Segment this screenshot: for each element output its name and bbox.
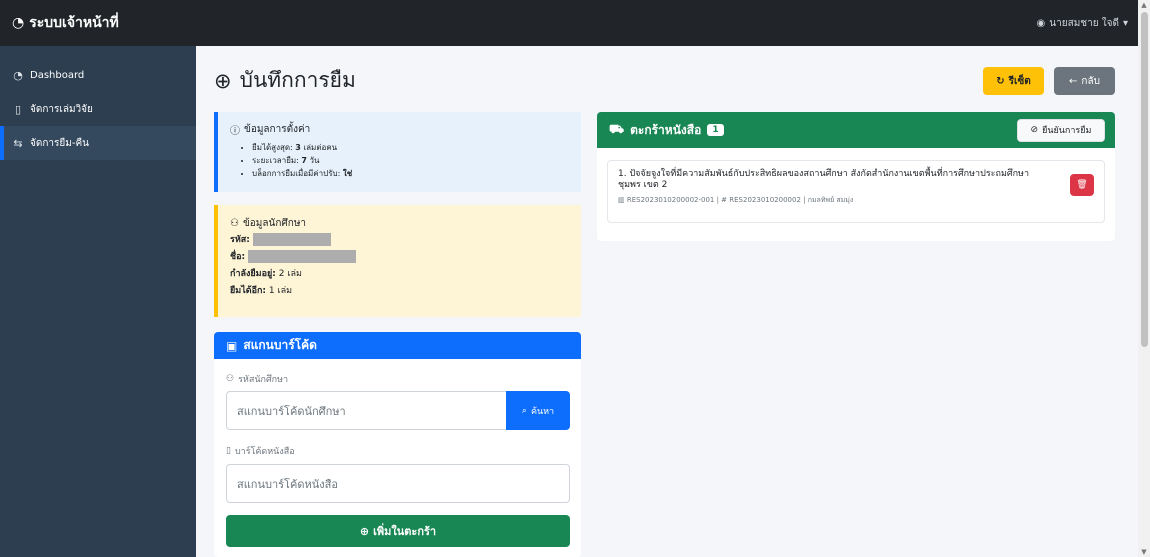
speedometer-icon: ◔ [13,68,23,82]
redacted-block [252,233,331,246]
scroll-down-icon[interactable]: ▼ [1140,548,1148,556]
cart-title: ⛟ ตะกร้าหนังสือ 1 [609,121,724,140]
student-id-label: ⚇ รหัสนักศึกษา [226,374,289,385]
plus-circle-icon: ⊕ [214,68,232,93]
user-name: นายสมชาย ใจดี [1049,17,1119,29]
scrollbar[interactable]: ▲ ▼ [1138,0,1150,557]
check-circle-icon: ⊘ [1030,125,1039,135]
user-check-icon: ⚇ [230,218,239,229]
reset-label: รีเซ็ต [1008,75,1031,87]
user-menu[interactable]: ◉ นายสมชาย ใจดี ▾ [1037,16,1128,31]
user-circle-icon: ◉ [1036,17,1046,29]
sidebar-item-label: Dashboard [30,69,85,81]
page-title: ⊕ บันทึกการยืม [214,64,356,97]
settings-header: ⓘ ข้อมูลการตั้งค่า [230,122,569,137]
cart-header: ⛟ ตะกร้าหนังสือ 1 ⊘ ยืนยันการยืม [597,112,1115,148]
scan-title: สแกนบาร์โค้ด [243,338,317,352]
sidebar-item-research[interactable]: ▯ จัดการเล่มวิจัย [0,92,196,126]
student-borrowing-row: กำลังยืมอยู่: 2 เล่ม [230,269,302,279]
student-header: ⚇ ข้อมูลนักศึกษา [230,215,569,232]
barcode-scan-icon: ▣ [226,338,238,353]
reset-button[interactable]: ↻ รีเซ็ต [983,67,1044,95]
book-icon: ▯ [226,446,231,456]
settings-title: ข้อมูลการตั้งค่า [244,124,311,135]
student-barcode-input[interactable]: สแกนบาร์โค้ดนักศึกษา [226,391,508,430]
brand-title: ระบบเจ้าหน้าที่ [29,15,119,31]
book-barcode-label: ▯ บาร์โค้ดหนังสือ [226,446,295,457]
confirm-borrow-button[interactable]: ⊘ ยืนยันการยืม [1017,118,1105,142]
sidebar-item-label: จัดการยืม-คืน [30,137,89,149]
student-remaining-row: ยืมได้อีก: 1 เล่ม [230,286,293,296]
list-item: บล็อกการยืมเมื่อมีค่าปรับ: ใช่ [252,167,569,180]
scroll-thumb[interactable] [1141,12,1148,347]
cart-item: 1. ปัจจัยจูงใจที่มีความสัมพันธ์กับประสิท… [607,160,1105,223]
brand[interactable]: ◔ ระบบเจ้าหน้าที่ [12,12,119,34]
scroll-up-icon[interactable]: ▲ [1140,1,1148,9]
settings-info-box: ⓘ ข้อมูลการตั้งค่า ยืมได้สูงสุด: 3 เล่มต… [214,112,581,192]
student-info-box: ⚇ ข้อมูลนักศึกษา รหัส: ชื่อ: กำลังยืมอยู… [214,205,581,317]
info-icon: ⓘ [230,126,240,137]
book-barcode-input[interactable]: สแกนบาร์โค้ดหนังสือ [226,464,570,503]
sidebar-item-borrow-return[interactable]: ⇆ จัดการยืม-คืน [0,126,196,160]
delete-button[interactable]: 🗑 [1070,174,1094,196]
student-title: ข้อมูลนักศึกษา [242,218,307,229]
search-icon: ⌕ [521,405,527,416]
list-item: ยืมได้สูงสุด: 3 เล่มต่อคน [252,141,569,154]
page-title-text: บันทึกการยืม [239,68,356,92]
add-to-cart-button[interactable]: ⊕ เพิ่มในตะกร้า [226,515,570,547]
search-button[interactable]: ⌕ ค้นหา [506,391,570,430]
sidebar-item-label: จัดการเล่มวิจัย [30,103,93,115]
book-cart-card: ⛟ ตะกร้าหนังสือ 1 ⊘ ยืนยันการยืม 1. ปัจจ… [597,112,1115,241]
student-name-row: ชื่อ: [230,249,569,266]
plus-circle-icon: ⊕ [359,524,370,538]
book-icon: ▯ [14,102,22,116]
cart-count-badge: 1 [707,124,724,136]
caret-down-icon: ▾ [1122,17,1128,29]
arrow-left-icon: ← [1069,75,1078,87]
sidebar-item-dashboard[interactable]: ◔ Dashboard [0,58,196,92]
back-label: กลับ [1081,75,1100,87]
scan-header: ▣ สแกนบาร์โค้ด [214,332,581,359]
sidebar: ◔ Dashboard ▯ จัดการเล่มวิจัย ⇆ จัดการยื… [0,46,196,557]
cart-item-meta: ▥ RES2023010200002-001 | # RES2023010200… [618,196,854,204]
student-id-row: รหัส: [230,232,569,249]
top-navbar: ◔ ระบบเจ้าหน้าที่ ◉ นายสมชาย ใจดี ▾ [0,0,1138,46]
cart-item-title: 1. ปัจจัยจูงใจที่มีความสัมพันธ์กับประสิท… [618,169,1030,190]
back-button[interactable]: ← กลับ [1054,67,1115,95]
barcode-scan-card: ▣ สแกนบาร์โค้ด ⚇ รหัสนักศึกษา สแกนบาร์โค… [214,332,581,557]
user-icon: ⚇ [226,374,235,384]
refresh-icon: ↻ [996,75,1005,87]
barcode-icon: ▥ [618,196,625,204]
swap-icon: ⇆ [13,136,23,150]
redacted-block [248,250,356,263]
settings-list: ยืมได้สูงสุด: 3 เล่มต่อคน ระยะเวลายืม: 7… [230,141,569,180]
speedometer-icon: ◔ [12,15,25,31]
list-item: ระยะเวลายืม: 7 วัน [252,154,569,167]
cart-icon: ⛟ [609,122,625,136]
trash-icon: 🗑 [1076,180,1088,190]
